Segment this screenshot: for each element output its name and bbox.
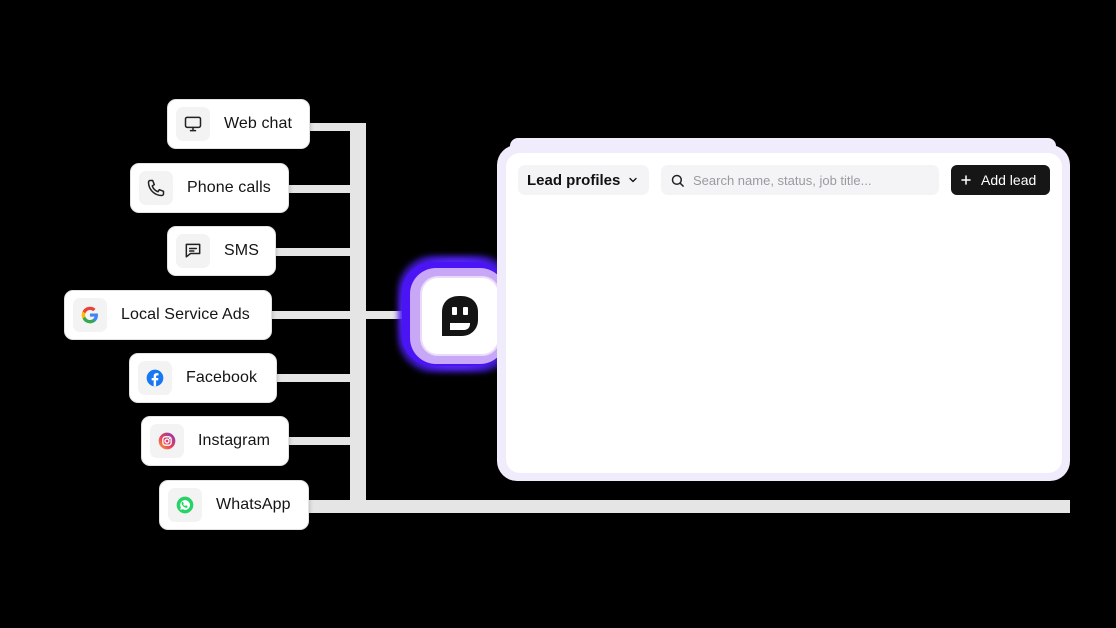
instagram-icon — [150, 424, 184, 458]
channel-whatsapp[interactable]: WhatsApp — [159, 480, 309, 530]
plus-icon — [960, 174, 972, 186]
monitor-icon — [176, 107, 210, 141]
dropdown-label: Lead profiles — [527, 171, 621, 189]
channel-instagram[interactable]: Instagram — [141, 416, 289, 466]
message-icon — [176, 234, 210, 268]
channel-local-service-ads[interactable]: Local Service Ads — [64, 290, 272, 340]
lead-profiles-dropdown[interactable]: Lead profiles — [518, 165, 649, 195]
hub-logo — [420, 276, 500, 356]
lead-search[interactable] — [661, 165, 939, 195]
connector-local-service-ads — [272, 311, 366, 319]
channel-label: SMS — [224, 242, 259, 259]
channel-facebook[interactable]: Facebook — [129, 353, 277, 403]
channel-label: Web chat — [224, 115, 293, 132]
channel-phone-calls[interactable]: Phone calls — [130, 163, 289, 213]
connector-facebook — [277, 374, 366, 382]
lead-panel — [506, 153, 1062, 473]
app-logo-icon — [442, 296, 478, 336]
connector-web-chat — [310, 123, 366, 131]
add-lead-label: Add lead — [981, 172, 1037, 188]
add-lead-button[interactable]: Add lead — [951, 165, 1050, 195]
whatsapp-icon — [168, 488, 202, 522]
phone-icon — [139, 171, 173, 205]
search-input[interactable] — [693, 172, 933, 188]
channel-label: WhatsApp — [216, 496, 291, 513]
connector-phone-calls — [289, 185, 366, 193]
search-icon — [670, 173, 685, 188]
channel-label: Facebook — [186, 369, 258, 386]
channel-sms[interactable]: SMS — [167, 226, 276, 276]
connector-whatsapp — [309, 500, 1070, 513]
channel-label: Phone calls — [187, 179, 271, 196]
connector-sms — [276, 248, 366, 256]
facebook-icon — [138, 361, 172, 395]
channel-label: Instagram — [198, 432, 271, 449]
connector-instagram — [289, 437, 366, 445]
channel-web-chat[interactable]: Web chat — [167, 99, 310, 149]
chevron-down-icon — [627, 174, 639, 186]
channel-label: Local Service Ads — [121, 306, 250, 323]
google-icon — [73, 298, 107, 332]
